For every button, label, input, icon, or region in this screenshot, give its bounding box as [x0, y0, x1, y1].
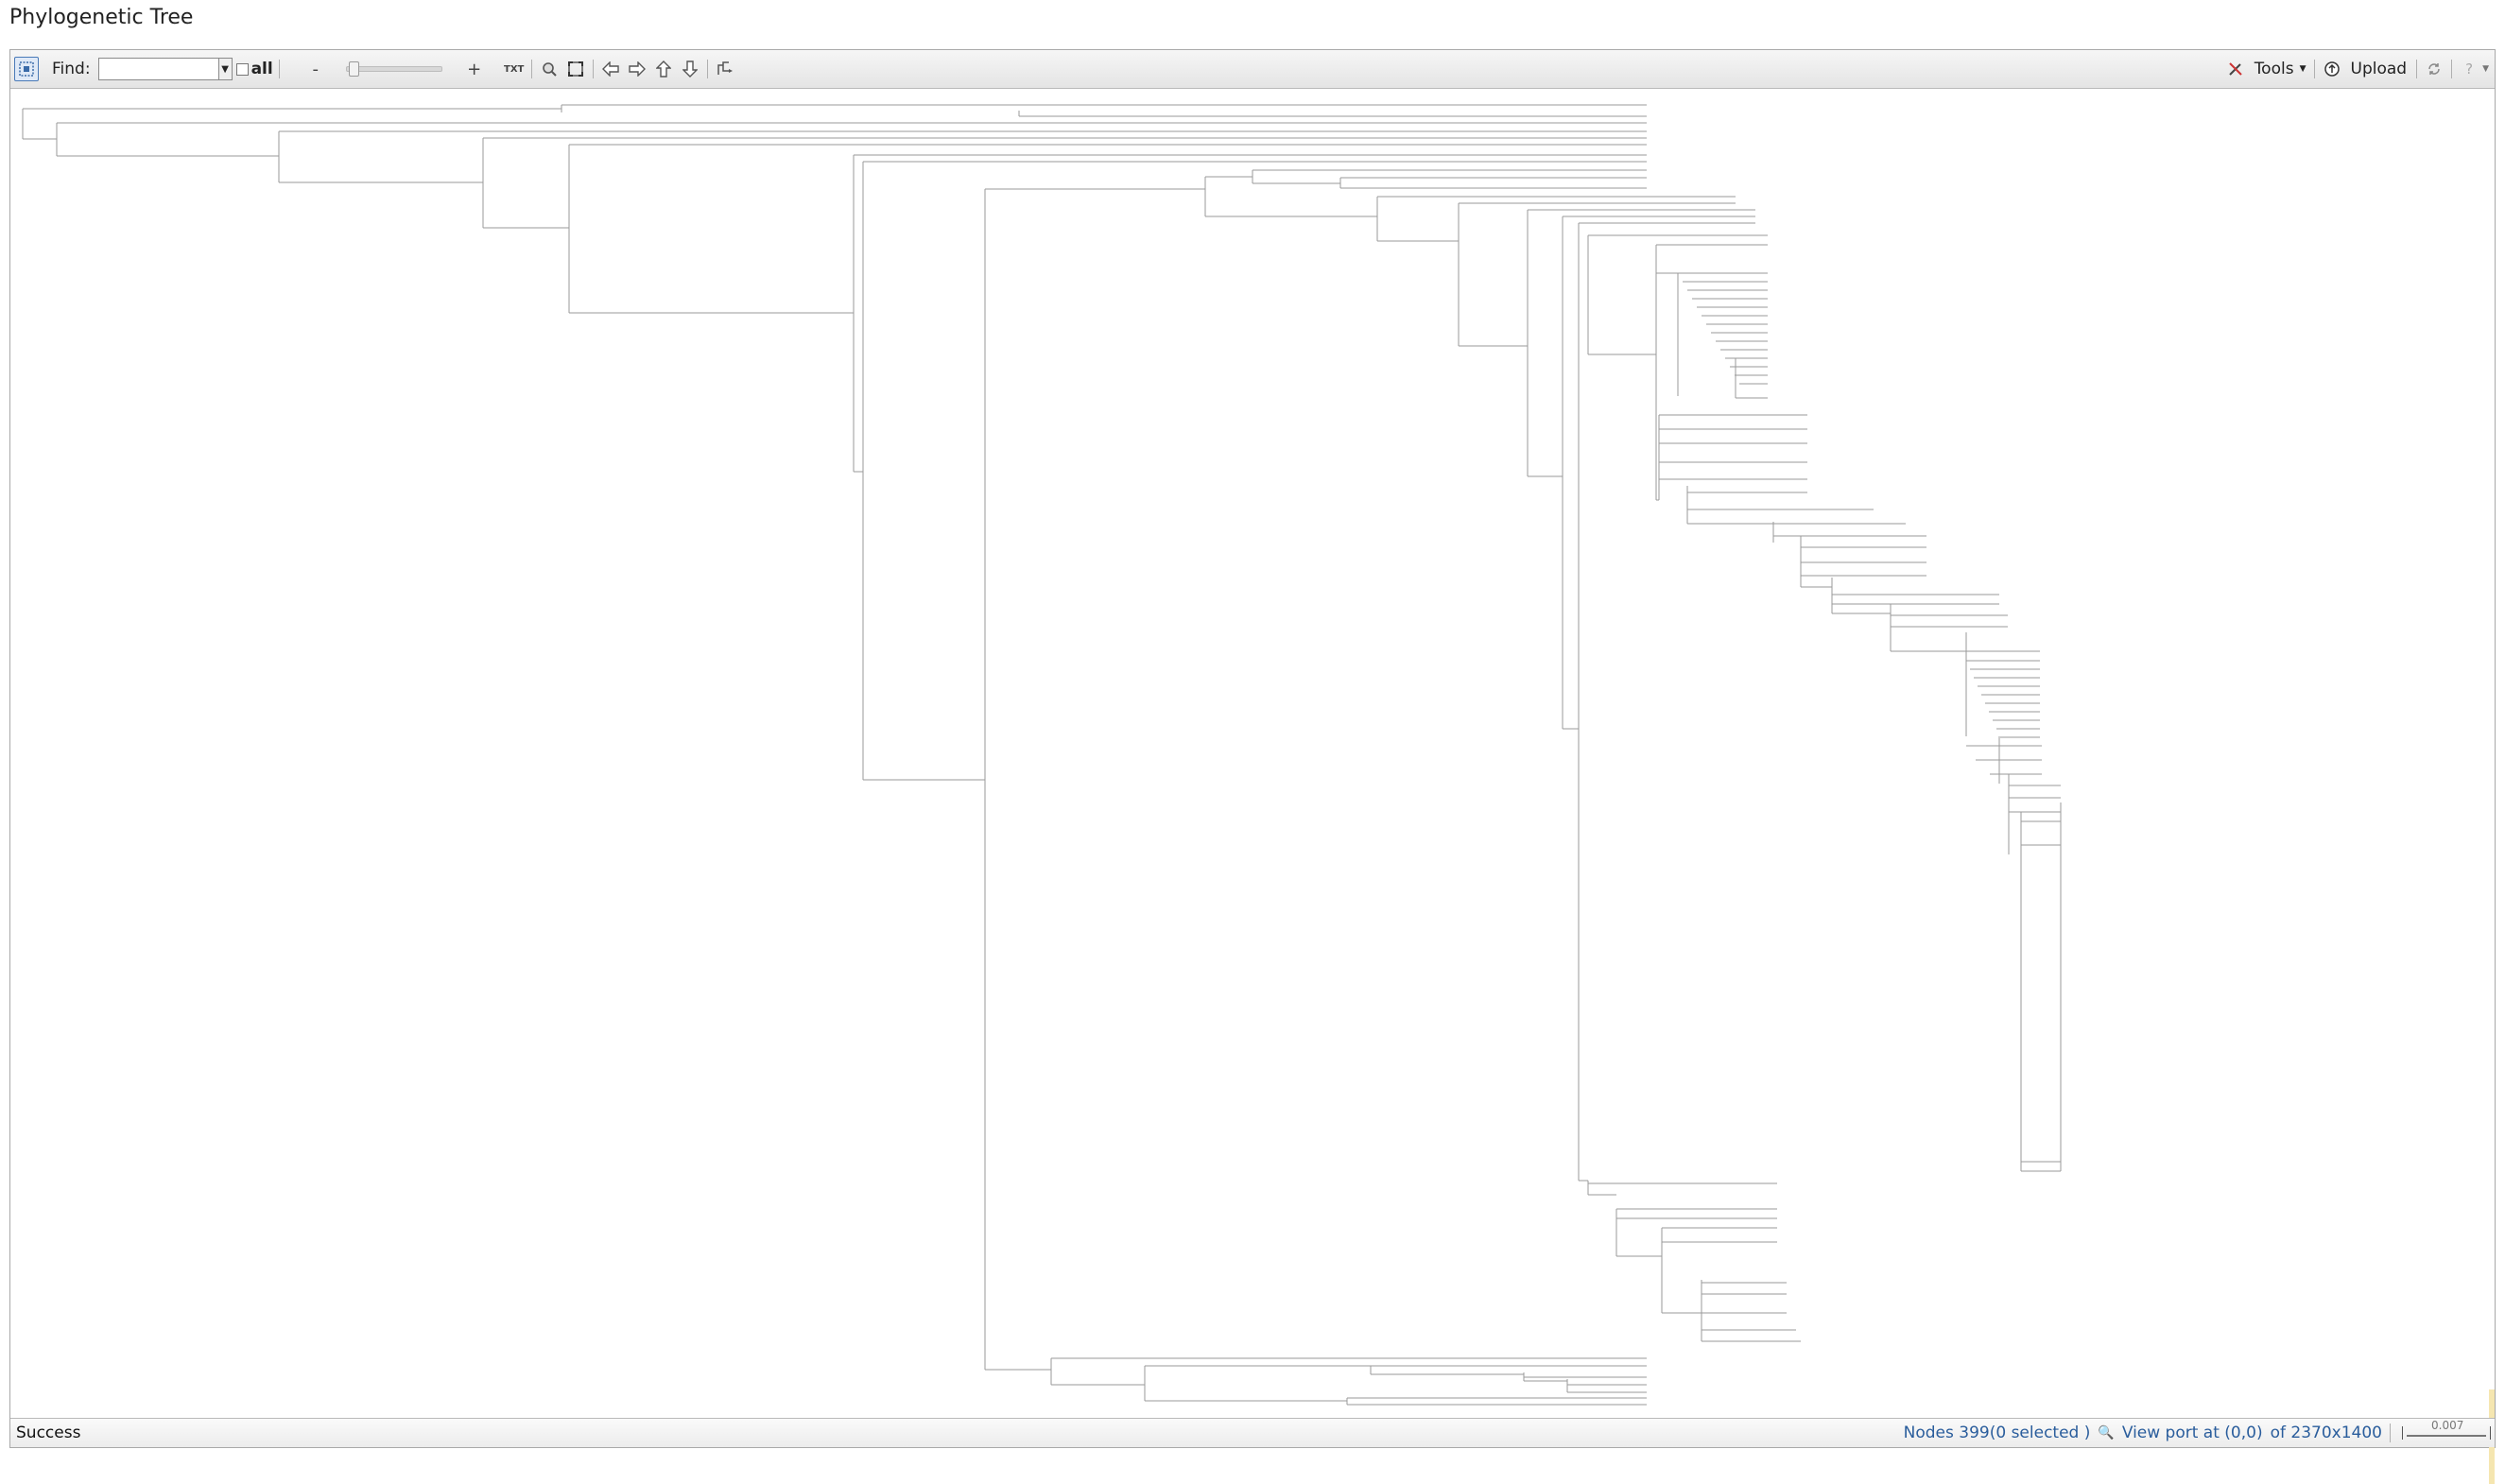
scale-bar: 0.007 — [2402, 1419, 2491, 1440]
separator — [278, 60, 280, 78]
separator — [706, 60, 708, 78]
pan-up-icon[interactable] — [650, 57, 677, 81]
zoom-slider-thumb[interactable] — [348, 61, 359, 77]
all-checkbox[interactable] — [235, 62, 249, 76]
status-bar: Success Nodes 399(0 selected ) 🔍 View po… — [10, 1418, 2495, 1447]
separator — [2451, 60, 2453, 78]
pan-right-icon[interactable] — [624, 57, 650, 81]
zoom-out-button[interactable]: - — [302, 57, 329, 81]
upload-button[interactable]: Upload — [2345, 60, 2413, 78]
phylogenetic-tree[interactable] — [10, 89, 2495, 1420]
viewport-position: View port at (0,0) — [2121, 1424, 2263, 1442]
zoom-in-button[interactable]: + — [461, 57, 488, 81]
node-count: Nodes 399(0 selected ) — [1903, 1424, 2091, 1442]
tree-branches — [22, 104, 2062, 1406]
pan-left-icon[interactable] — [597, 57, 624, 81]
toolbar: Find: ▼ all - + TXT Tools ▼ Upload ? ▼ — [10, 50, 2495, 89]
chevron-down-icon: ▼ — [2299, 64, 2306, 74]
separator — [530, 60, 532, 78]
separator — [2313, 60, 2315, 78]
fit-to-screen-icon[interactable] — [562, 57, 589, 81]
search-icon: 🔍 — [2098, 1425, 2115, 1441]
status-message: Success — [16, 1424, 81, 1442]
txt-button[interactable]: TXT — [501, 57, 527, 81]
help-icon[interactable]: ? — [2456, 57, 2482, 81]
chevron-down-icon: ▼ — [2482, 64, 2489, 74]
select-mode-icon[interactable] — [14, 57, 39, 81]
search-tree-icon[interactable] — [536, 57, 562, 81]
zoom-slider[interactable] — [345, 61, 442, 77]
layout-toggle-icon[interactable] — [712, 57, 738, 81]
find-input[interactable] — [97, 58, 219, 80]
find-dropdown-icon[interactable]: ▼ — [218, 58, 233, 80]
canvas-size: of 2370x1400 — [2270, 1424, 2382, 1442]
separator — [2390, 1424, 2391, 1442]
scale-label: 0.007 — [2431, 1419, 2464, 1432]
tools-icon — [2222, 57, 2249, 81]
separator — [592, 60, 594, 78]
tree-viewer: Find: ▼ all - + TXT Tools ▼ Upload ? ▼ S… — [9, 49, 2496, 1484]
tools-menu-button[interactable]: Tools — [2249, 60, 2300, 78]
page-title: Phylogenetic Tree — [9, 6, 194, 29]
upload-icon — [2319, 57, 2345, 81]
find-label: Find: — [52, 60, 91, 78]
separator — [2416, 60, 2418, 78]
pan-down-icon[interactable] — [677, 57, 703, 81]
all-label: all — [250, 60, 273, 78]
refresh-icon[interactable] — [2421, 57, 2447, 81]
tree-canvas[interactable] — [10, 89, 2495, 1484]
